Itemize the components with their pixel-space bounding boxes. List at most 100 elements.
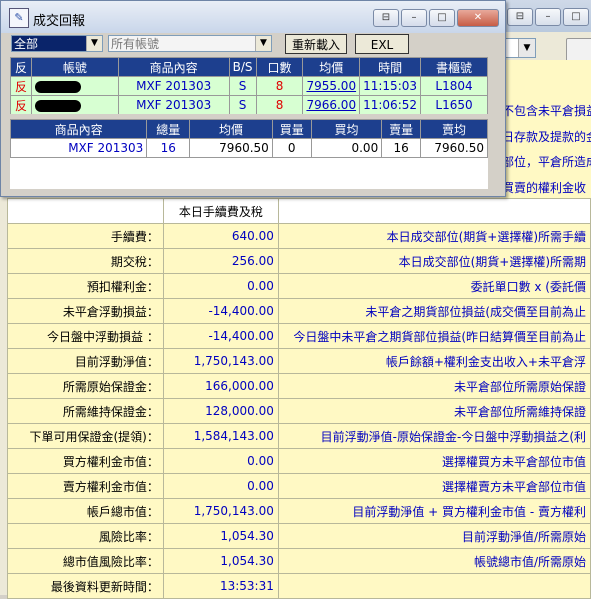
row-label: 賣方權利金市值： xyxy=(7,473,164,499)
table-row: 預扣權利金： 0.00 委託單口數 x (委託價 xyxy=(7,273,591,299)
col-header[interactable]: 均價 xyxy=(189,119,273,139)
summary-header-row: 商品內容 總量 均價 買量 買均 賣量 賣均 xyxy=(10,119,488,139)
pin-icon[interactable]: ⊟ xyxy=(373,9,399,27)
row-label: 買方權利金市值： xyxy=(7,448,164,474)
dialog-title: 成交回報 xyxy=(33,14,86,29)
col-header[interactable]: 帳號 xyxy=(30,57,119,77)
maximize-icon[interactable]: □ xyxy=(429,9,455,27)
col-header[interactable]: 賣均 xyxy=(420,119,488,139)
main-restore-icon[interactable]: ⊟ xyxy=(507,8,533,26)
col-header[interactable]: 口數 xyxy=(255,57,304,77)
row-value: 0.00 xyxy=(162,473,279,499)
notes-panel: 不包含未平倉損益 日存款及提款的金 部位，平倉所造成 買賣的權利金收 xyxy=(500,60,591,200)
filter-select-value: 全部 xyxy=(14,37,39,51)
summary-table: 商品內容 總量 均價 買量 買均 賣量 賣均 MXF 201303 16 7960.… xyxy=(10,119,488,158)
chevron-down-icon: ▼ xyxy=(518,39,535,57)
table-row: 今日盤中浮動損益 ： -14,400.00 今日盤中未平倉之期貨部位損益(昨日結算價… xyxy=(7,323,591,349)
col-header[interactable]: 總量 xyxy=(146,119,191,139)
row-value: 256.00 xyxy=(162,248,279,274)
minimize-icon[interactable]: – xyxy=(401,9,427,27)
table-row: 帳戶總市值： 1,750,143.00 目前浮動淨值 + 買方權利金市值 - 賣方權… xyxy=(7,498,591,524)
row-description: 選擇權買方未平倉部位市值 xyxy=(277,448,591,474)
table-row: 目前浮動淨值： 1,750,143.00 帳戶餘額+權利金支出收入+未平倉浮 xyxy=(7,348,591,374)
account-summary-table: 本日手續費及稅 手續費： 640.00 本日成交部位(期貨+選擇權)所需手續 期交稅：… xyxy=(7,198,591,599)
book-cell: L1650 xyxy=(420,95,488,114)
table-row: 所需維持保證金： 128,000.00 未平倉部位所需維持保證 xyxy=(7,398,591,424)
exl-button[interactable]: EXL xyxy=(355,34,409,54)
dialog-titlebar[interactable]: ✎ 成交回報 ⊟ – □ ✕ xyxy=(1,1,505,33)
col-header[interactable]: 買均 xyxy=(310,119,383,139)
row-label: 期交稅： xyxy=(7,248,164,274)
row-value: -14,400.00 xyxy=(162,323,279,349)
redacted-account xyxy=(34,99,81,112)
col-header[interactable]: 均價 xyxy=(302,57,361,77)
time-cell: 11:06:52 xyxy=(359,95,422,114)
account-select[interactable]: 所有帳號 ▼ xyxy=(108,35,272,52)
reverse-cell[interactable]: 反 xyxy=(10,95,32,114)
row-label: 所需維持保證金： xyxy=(7,398,164,424)
row-description: 目前浮動淨值 + 買方權利金市值 - 賣方權利 xyxy=(277,498,591,524)
row-description: 選擇權賣方未平倉部位市值 xyxy=(277,473,591,499)
row-value: 640.00 xyxy=(162,223,279,249)
table-header-row: 本日手續費及稅 xyxy=(7,198,591,224)
col-header[interactable]: 商品內容 xyxy=(117,57,230,77)
row-value: 1,054.30 xyxy=(162,548,279,574)
summary-grid: 商品內容 總量 均價 買量 買均 賣量 賣均 MXF 201303 16 7960.… xyxy=(10,119,488,189)
row-label: 今日盤中浮動損益 ： xyxy=(7,323,164,349)
account-select-value: 所有帳號 xyxy=(111,37,160,51)
row-label: 風險比率： xyxy=(7,523,164,549)
row-label: 所需原始保證金： xyxy=(7,373,164,399)
trades-table: 反 帳號 商品內容 B/S 口數 均價 時間 書櫃號 反 MXF 201303 S 8… xyxy=(10,57,488,114)
row-description: 本日成交部位(期貨+選擇權)所需期 xyxy=(277,248,591,274)
header-fees-tax: 本日手續費及稅 xyxy=(162,198,279,224)
row-label: 手續費： xyxy=(7,223,164,249)
col-header[interactable]: 賣量 xyxy=(381,119,422,139)
price-link[interactable]: 7955.00 xyxy=(302,76,361,96)
price-link[interactable]: 7966.00 xyxy=(302,95,361,114)
chevron-down-icon: ▼ xyxy=(255,36,271,51)
main-button[interactable] xyxy=(566,38,591,62)
product-cell: MXF 201303 xyxy=(117,95,230,114)
note-text: 部位，平倉所造成 xyxy=(502,155,591,169)
row-label: 預扣權利金： xyxy=(7,273,164,299)
table-row: 買方權利金市值： 0.00 選擇權買方未平倉部位市值 xyxy=(7,448,591,474)
row-description: 未平倉部位所需原始保證 xyxy=(277,373,591,399)
row-description: 委託單口數 x (委託價 xyxy=(277,273,591,299)
product-cell: MXF 201303 xyxy=(10,138,148,158)
trades-header-row: 反 帳號 商品內容 B/S 口數 均價 時間 書櫃號 xyxy=(10,57,488,77)
row-value: 0.00 xyxy=(162,273,279,299)
col-header[interactable]: 反 xyxy=(10,57,32,77)
row-description: 未平倉之期貨部位損益(成交價至目前為止 xyxy=(277,298,591,324)
col-header[interactable]: 買量 xyxy=(271,119,312,139)
close-icon[interactable]: ✕ xyxy=(457,9,499,27)
table-row: 期交稅： 256.00 本日成交部位(期貨+選擇權)所需期 xyxy=(7,248,591,274)
row-description: 帳戶餘額+權利金支出收入+未平倉浮 xyxy=(277,348,591,374)
main-minimize-icon[interactable]: – xyxy=(535,8,561,26)
table-row: 總市值風險比率： 1,054.30 帳號總市值/所需原始 xyxy=(7,548,591,574)
trade-report-dialog: ✎ 成交回報 ⊟ – □ ✕ 全部 ▼ 所有帳號 ▼ 重新載入 EXL 反 帳號… xyxy=(0,0,506,197)
sell-avg-cell: 7960.50 xyxy=(420,138,488,158)
main-window-controls: ⊟ – □ xyxy=(507,8,589,26)
qty-cell: 8 xyxy=(255,76,304,96)
bs-cell: S xyxy=(228,76,257,96)
col-header[interactable]: 書櫃號 xyxy=(420,57,488,77)
col-header[interactable]: 時間 xyxy=(359,57,422,77)
product-cell: MXF 201303 xyxy=(117,76,230,96)
col-header[interactable]: B/S xyxy=(228,57,257,77)
trade-row[interactable]: 反 MXF 201303 S 8 7955.00 11:15:03 L1804 xyxy=(10,76,488,96)
bs-cell: S xyxy=(228,95,257,114)
filter-select[interactable]: 全部 ▼ xyxy=(11,35,103,52)
row-label: 總市值風險比率： xyxy=(7,548,164,574)
reverse-cell[interactable]: 反 xyxy=(10,76,32,96)
chevron-down-icon: ▼ xyxy=(86,36,102,51)
dialog-window-controls: ⊟ – □ ✕ xyxy=(373,9,499,27)
main-maximize-icon[interactable]: □ xyxy=(563,8,589,26)
account-cell xyxy=(30,76,119,96)
col-header[interactable]: 商品內容 xyxy=(10,119,148,139)
report-icon: ✎ xyxy=(9,8,29,28)
summary-row[interactable]: MXF 201303 16 7960.50 0 0.00 16 7960.50 xyxy=(10,138,488,158)
reload-button[interactable]: 重新載入 xyxy=(285,34,347,54)
row-label: 下單可用保證金(提領)： xyxy=(7,423,164,449)
note-text: 不包含未平倉損益 xyxy=(502,104,591,118)
trade-row[interactable]: 反 MXF 201303 S 8 7966.00 11:06:52 L1650 xyxy=(10,95,488,114)
